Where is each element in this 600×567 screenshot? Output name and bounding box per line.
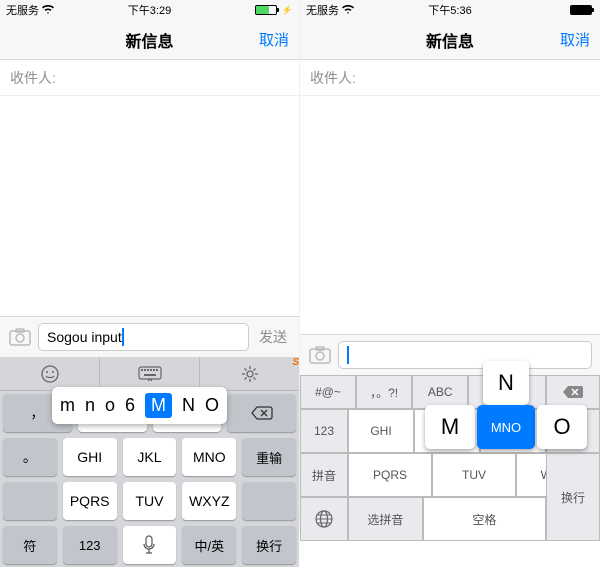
key-123[interactable]: 123 xyxy=(63,526,117,564)
camera-icon[interactable] xyxy=(8,328,32,346)
cancel-button[interactable]: 取消 xyxy=(560,29,590,50)
keyboard-right: #@~ ，。?! ABC N M MNO O 123 GHI xyxy=(300,375,600,541)
input-bar xyxy=(300,334,600,375)
kb-candidate-row: #@~ ，。?! ABC xyxy=(300,375,600,409)
popup-opt[interactable]: O xyxy=(205,395,219,416)
key-symbols-hash[interactable]: #@~ xyxy=(300,375,356,409)
globe-icon[interactable] xyxy=(300,497,348,541)
kb-toolbar xyxy=(0,357,299,391)
message-input[interactable] xyxy=(338,341,592,369)
message-area xyxy=(300,96,600,334)
popup-opt-selected[interactable]: M xyxy=(145,393,172,418)
wifi-icon xyxy=(342,5,354,15)
recipient-label: 收件人: xyxy=(10,68,56,88)
key-select-pinyin[interactable]: 选拼音 xyxy=(348,497,423,541)
input-text: Sogou input xyxy=(47,329,122,345)
cancel-button[interactable]: 取消 xyxy=(259,29,289,50)
popup-opt[interactable]: 6 xyxy=(125,395,135,416)
key-abc-cand[interactable]: ABC xyxy=(412,375,468,409)
nav-bar: 新信息 取消 xyxy=(0,20,299,60)
text-cursor xyxy=(122,328,124,346)
carrier-label: 无服务 xyxy=(306,2,339,18)
popup-opt[interactable]: N xyxy=(182,395,195,416)
key-reinput[interactable]: 重输 xyxy=(242,438,296,476)
status-bar: 无服务 下午5:36 xyxy=(300,0,600,20)
recipient-label: 收件人: xyxy=(310,68,356,88)
popup-opt[interactable]: m xyxy=(60,395,75,416)
sogou-badge-icon: S xyxy=(292,357,299,368)
key-newline[interactable]: 换行 xyxy=(242,526,296,564)
charging-icon: ⚡ xyxy=(282,5,293,16)
key-jkl[interactable]: JKL xyxy=(123,438,177,476)
battery-icon xyxy=(255,5,279,15)
phone-left: 无服务 下午3:29 ⚡ 新信息 取消 收件人: xyxy=(0,0,300,533)
message-area xyxy=(0,96,299,316)
recipient-row[interactable]: 收件人: xyxy=(300,60,600,96)
backspace-icon[interactable] xyxy=(546,375,600,409)
page-title: 新信息 xyxy=(426,28,474,52)
popup-n[interactable]: N xyxy=(483,361,529,405)
key-pqrs[interactable]: PQRS xyxy=(63,482,117,520)
page-title: 新信息 xyxy=(125,28,173,52)
message-input[interactable]: Sogou input xyxy=(38,323,249,351)
keyboard-left: S m n o 6 M N O xyxy=(0,357,299,567)
backspace-icon[interactable] xyxy=(227,394,296,432)
key-pinyin[interactable]: 拼音 xyxy=(300,453,348,497)
popup-opt[interactable]: n xyxy=(85,395,95,416)
wifi-icon xyxy=(42,5,54,15)
input-bar: Sogou input 发送 xyxy=(0,316,299,357)
key-mno[interactable]: MNO xyxy=(182,438,236,476)
key-period[interactable]: 。 xyxy=(3,438,57,476)
key-space[interactable]: 空格 xyxy=(423,497,546,541)
nav-bar: 新信息 取消 xyxy=(300,20,600,60)
key-tuv[interactable]: TUV xyxy=(123,482,177,520)
popup-m[interactable]: M xyxy=(425,405,475,449)
key-punct[interactable]: ，。?! xyxy=(356,375,412,409)
key-symbols[interactable]: 符 xyxy=(3,526,57,564)
time-label: 下午5:36 xyxy=(428,2,471,18)
send-button[interactable]: 发送 xyxy=(255,327,291,347)
emoji-icon[interactable] xyxy=(0,357,100,390)
key-popup[interactable]: m n o 6 M N O xyxy=(52,387,227,424)
battery-icon xyxy=(570,5,594,15)
key-ghi[interactable]: GHI xyxy=(348,409,414,453)
key-tuv[interactable]: TUV xyxy=(432,453,516,497)
key-blank-right[interactable] xyxy=(242,482,296,520)
mic-icon[interactable] xyxy=(123,526,177,564)
time-label: 下午3:29 xyxy=(128,2,171,18)
key-newline[interactable]: 换行 xyxy=(546,453,600,541)
carrier-label: 无服务 xyxy=(6,2,39,18)
popup-opt[interactable]: o xyxy=(105,395,115,416)
keyboard-switch-icon[interactable] xyxy=(100,357,200,390)
popup-o[interactable]: O xyxy=(537,405,587,449)
settings-gear-icon[interactable] xyxy=(200,357,299,390)
camera-icon[interactable] xyxy=(308,346,332,364)
key-ghi[interactable]: GHI xyxy=(63,438,117,476)
recipient-row[interactable]: 收件人: xyxy=(0,60,299,96)
popup-mno-selected[interactable]: MNO xyxy=(477,405,535,449)
key-123[interactable]: 123 xyxy=(300,409,348,453)
key-pqrs[interactable]: PQRS xyxy=(348,453,432,497)
key-blank-left[interactable] xyxy=(3,482,57,520)
text-cursor xyxy=(347,346,349,364)
key-lang-switch[interactable]: 中/英 xyxy=(182,526,236,564)
key-wxyz[interactable]: WXYZ xyxy=(182,482,236,520)
phone-right: 无服务 下午5:36 新信息 取消 收件人: xyxy=(300,0,600,533)
status-bar: 无服务 下午3:29 ⚡ xyxy=(0,0,299,20)
